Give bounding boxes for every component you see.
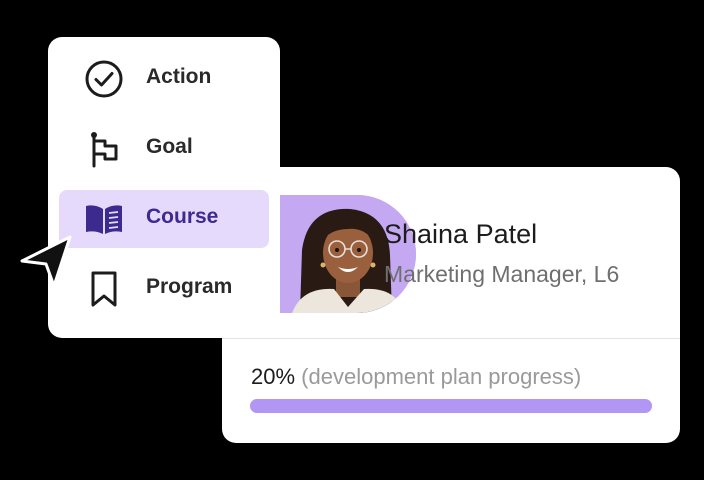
check-circle-icon [85,60,123,98]
progress-label: (development plan progress) [301,364,582,389]
person-name: Shaina Patel [384,219,538,249]
menu-item-course[interactable]: Course [59,190,269,248]
bookmark-icon [85,270,123,308]
flag-icon [85,130,123,168]
profile-card: Shaina Patel Marketing Manager, L6 20% (… [222,167,680,443]
book-open-icon [85,200,123,238]
avatar [272,195,416,313]
card-divider [222,338,680,339]
menu-item-label: Course [146,205,219,228]
menu-item-action[interactable]: Action [59,50,269,108]
menu-item-label: Program [146,275,233,298]
menu-item-label: Action [146,65,212,88]
menu-item-goal[interactable]: Goal [59,120,269,178]
avatar-photo [272,195,416,313]
item-type-menu: Action Goal Course Program [48,37,280,338]
progress-value: 20% [251,364,296,389]
progress-bar-fill [250,399,652,413]
person-role: Marketing Manager, L6 [384,261,620,287]
progress-bar [250,399,652,413]
mouse-cursor-icon [18,232,74,290]
menu-item-label: Goal [146,135,193,158]
progress-text: 20% (development plan progress) [251,364,581,390]
menu-item-program[interactable]: Program [59,260,269,318]
